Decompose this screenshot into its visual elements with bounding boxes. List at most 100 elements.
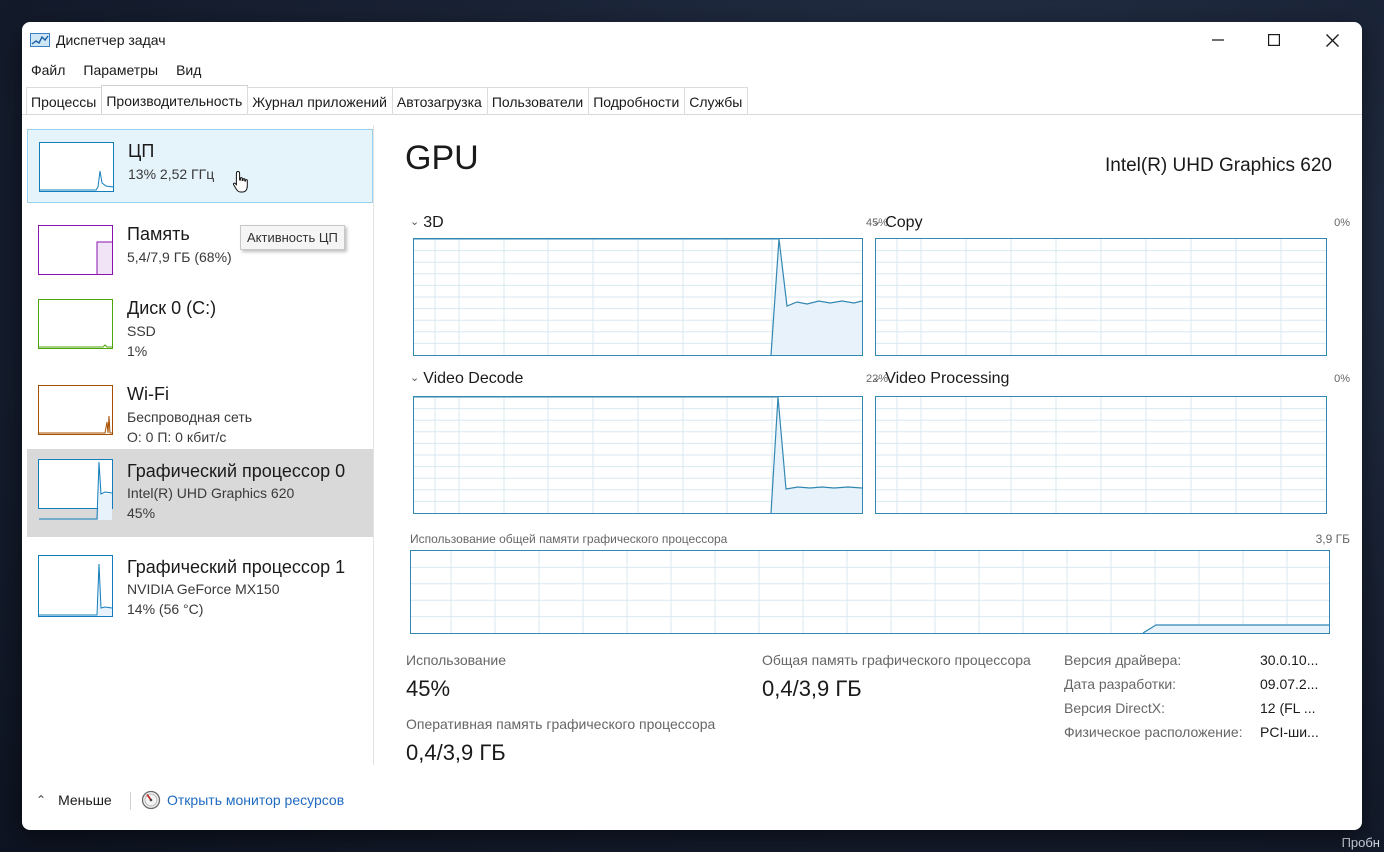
minimize-icon: [1212, 39, 1224, 41]
physical-location-value: PCI-ши...: [1260, 724, 1319, 740]
tab-startup[interactable]: Автозагрузка: [391, 87, 488, 114]
menu-file[interactable]: Файл: [22, 60, 74, 82]
chevron-down-icon: ⌄: [410, 216, 420, 228]
engine-selector-3d[interactable]: ⌄ 3D: [410, 214, 444, 232]
engine-percent: 0%: [1334, 217, 1350, 229]
engine-graph-3d-svg: [414, 239, 862, 355]
engine-graph-copy: [875, 238, 1327, 356]
sidebar-item-detail: 13% 2,52 ГГц: [128, 166, 215, 182]
window-title: Диспетчер задач: [56, 32, 166, 48]
wifi-thumbnail-graph: [38, 385, 113, 435]
sidebar-item-detail: Беспроводная сеть: [127, 409, 253, 425]
sidebar-item-detail: NVIDIA GeForce MX150: [127, 581, 280, 597]
gpu1-thumbnail-graph: [38, 555, 113, 617]
gpu-model-name: Intel(R) UHD Graphics 620: [1104, 155, 1332, 176]
chevron-up-icon: ⌃: [36, 793, 47, 807]
sidebar-item-wifi[interactable]: Wi-Fi Беспроводная сеть О: 0 П: 0 кбит/с: [27, 373, 373, 447]
task-manager-app-icon: [30, 33, 50, 47]
engine-selector-copy[interactable]: ⌄ Copy: [872, 214, 923, 232]
chevron-down-icon: ⌄: [410, 372, 420, 384]
dedicated-memory-value: 0,4/3,9 ГБ: [406, 740, 506, 765]
sidebar-item-disk[interactable]: Диск 0 (C:) SSD 1%: [27, 287, 373, 361]
sidebar-item-usage: 14% (56 °C): [127, 601, 204, 617]
desktop-watermark-text: Пробн: [1341, 835, 1380, 850]
tab-users[interactable]: Пользователи: [486, 87, 590, 114]
resource-monitor-icon: [141, 790, 161, 810]
driver-date-value: 09.07.2...: [1260, 676, 1319, 692]
shared-memory-value: 0,4/3,9 ГБ: [762, 676, 862, 701]
engine-graph-video-decode-svg: [414, 397, 862, 513]
gpu0-thumbnail-graph: [38, 459, 113, 520]
sidebar-item-detail: 5,4/7,9 ГБ (68%): [127, 249, 232, 265]
fewer-details-button[interactable]: ⌃ Меньше: [36, 792, 112, 808]
cpu-thumbnail-graph: [39, 142, 114, 192]
tab-processes[interactable]: Процессы: [26, 87, 103, 114]
sidebar-item-throughput: О: 0 П: 0 кбит/с: [127, 429, 227, 445]
close-button[interactable]: [1312, 26, 1352, 54]
engine-graph-video-decode: [413, 396, 863, 514]
maximize-icon: [1268, 34, 1280, 46]
maximize-button[interactable]: [1254, 26, 1294, 54]
shared-memory-label: Общая память графического процессора: [762, 652, 1031, 668]
shared-memory-graph-label: Использование общей памяти графического …: [410, 532, 728, 546]
sidebar-item-detail: Intel(R) UHD Graphics 620: [127, 485, 295, 501]
shared-memory-max: 3,9 ГБ: [1315, 532, 1350, 546]
fewer-details-label: Меньше: [58, 792, 112, 808]
dedicated-memory-label: Оперативная память графического процессо…: [406, 716, 716, 732]
menu-options[interactable]: Параметры: [74, 60, 167, 82]
sidebar-item-gpu0[interactable]: Графический процессор 0 Intel(R) UHD Gra…: [27, 449, 373, 537]
sidebar-item-name: Wi-Fi: [127, 384, 169, 404]
engine-selector-video-processing[interactable]: ⌄ Video Processing: [872, 370, 1009, 388]
engine-graph-3d: [413, 238, 863, 356]
tab-services[interactable]: Службы: [684, 87, 749, 114]
engine-label: Video Processing: [885, 370, 1010, 387]
tab-details[interactable]: Подробности: [588, 87, 686, 114]
sidebar-item-usage: 45%: [127, 505, 156, 521]
usage-label: Использование: [406, 652, 507, 668]
footer-bar: ⌃ Меньше Открыть монитор ресурсов: [22, 784, 1362, 818]
driver-version-label: Версия драйвера:: [1064, 652, 1182, 668]
disk-thumbnail-graph: [38, 299, 113, 349]
shared-memory-graph: [410, 550, 1330, 634]
engine-graph-video-processing-svg: [876, 397, 1326, 513]
directx-version-value: 12 (FL ...: [1260, 700, 1316, 716]
memory-thumbnail-graph: [38, 225, 113, 275]
directx-version-label: Версия DirectX:: [1064, 700, 1165, 716]
cpu-activity-tooltip: Активность ЦП: [240, 225, 345, 250]
sidebar-item-cpu[interactable]: ЦП 13% 2,52 ГГц: [27, 129, 373, 203]
title-bar[interactable]: Диспетчер задач: [22, 22, 1362, 58]
gpu-detail-panel: GPU Intel(R) UHD Graphics 620 ⌄ 3D 45% ⌄ C…: [400, 125, 1362, 765]
chevron-down-icon: ⌄: [872, 372, 882, 384]
engine-percent: 0%: [1334, 373, 1350, 385]
tab-performance[interactable]: Производительность: [101, 85, 249, 114]
menu-view[interactable]: Вид: [167, 60, 210, 82]
sidebar-item-usage: 1%: [127, 343, 148, 359]
shared-memory-graph-svg: [411, 551, 1329, 633]
hand-cursor-icon: [232, 170, 248, 193]
sidebar-item-name: ЦП: [128, 141, 155, 161]
minimize-button[interactable]: [1198, 26, 1238, 54]
engine-selector-video-decode[interactable]: ⌄ Video Decode: [410, 370, 523, 388]
sidebar-item-name: Графический процессор 1: [127, 557, 346, 577]
tab-bar: Процессы Производительность Журнал прило…: [22, 85, 1362, 115]
open-resource-monitor-label: Открыть монитор ресурсов: [167, 792, 345, 808]
sidebar-item-name: Графический процессор 0: [127, 461, 346, 481]
engine-label: Video Decode: [423, 370, 524, 387]
open-resource-monitor-link[interactable]: Открыть монитор ресурсов: [141, 790, 344, 810]
physical-location-label: Физическое расположение:: [1064, 724, 1243, 740]
usage-value: 45%: [406, 676, 451, 701]
sidebar-item-name: Память: [127, 224, 190, 244]
engine-graph-video-processing: [875, 396, 1327, 514]
footer-divider: [130, 792, 131, 810]
sidebar-item-gpu1[interactable]: Графический процессор 1 NVIDIA GeForce M…: [27, 545, 373, 633]
engine-graph-copy-svg: [876, 239, 1326, 355]
sidebar-item-name: Диск 0 (C:): [127, 298, 217, 318]
tab-app-history[interactable]: Журнал приложений: [247, 87, 393, 114]
engine-label: 3D: [423, 214, 444, 231]
close-icon: [1325, 33, 1339, 47]
engine-label: Copy: [885, 214, 923, 231]
chevron-down-icon: ⌄: [872, 216, 882, 228]
sidebar-item-detail: SSD: [127, 323, 156, 339]
page-title: GPU: [405, 139, 479, 177]
driver-version-value: 30.0.10...: [1260, 652, 1319, 668]
